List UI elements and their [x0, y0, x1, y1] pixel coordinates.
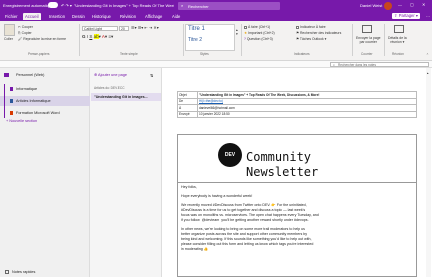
group-tags-label: Indicateurs [294, 52, 310, 56]
table-row: Envoyé 10 janvier 2022 18:50 [177, 110, 417, 118]
share-button[interactable]: ⇪ Partager ▾ [392, 13, 421, 19]
newsletter-title: Community [246, 150, 312, 164]
scroll-up-icon[interactable]: ▴ [427, 71, 430, 75]
paste-button[interactable]: Coller [4, 37, 13, 41]
search-box[interactable]: ⌕ Rechercher [178, 2, 280, 10]
notebook-item-informatique[interactable]: Informatique [0, 84, 90, 94]
meeting-details-button[interactable]: Détails de la réunion ▾ [388, 36, 407, 44]
quick-notes-button[interactable]: Notes rapides [0, 267, 90, 277]
tab-fichier[interactable]: Fichier [3, 13, 20, 20]
paragraph-2: In other news, we're looking to bring on… [181, 227, 415, 252]
section-color-tag [10, 111, 13, 115]
pages-header: Articles du: DEV.ECC [94, 86, 125, 90]
styles-scroll-icon[interactable]: ▴ ▾ [236, 28, 238, 36]
group-styles-label: Styles [200, 52, 209, 56]
meeting-details-icon[interactable] [394, 25, 404, 33]
email-page-button[interactable]: Envoyer la page par courrier [356, 36, 381, 44]
hope-line: Hope everybody is having a wonderful wee… [181, 194, 253, 198]
add-page-button[interactable]: ⊕ Ajouter une page [94, 72, 138, 79]
email-header-table: Objet "Understanding Git in Images" + Top… [177, 91, 417, 118]
ribbon-divider [79, 24, 80, 56]
tab-historique[interactable]: Historique [90, 13, 113, 20]
search-notes-input[interactable]: ⌕ Rechercher dans les notes [330, 62, 429, 67]
style-title1[interactable]: Titre 1 [188, 26, 205, 32]
group-meeting-label: Réunion [392, 52, 404, 56]
document-title: "Understanding Git in Images" + Top Read… [74, 3, 174, 8]
title-bar: Enregistrement automatique ↶ ↷ ▾ "Unders… [0, 0, 432, 12]
todo-tag-button[interactable]: Indicateur À faire [296, 25, 326, 29]
paste-icon[interactable] [4, 24, 15, 36]
tag-important[interactable]: ★ Important (Ctrl+2) [244, 31, 275, 35]
ribbon-divider [241, 24, 242, 56]
newsletter-body: Hey folks, Hope everybody is having a wo… [181, 185, 415, 252]
search-icon: ⌕ [181, 3, 184, 8]
tag-question[interactable]: ? Question (Ctrl+3) [244, 37, 273, 41]
section-item-articles[interactable]: Articles Informatique [0, 96, 90, 106]
tab-insertion[interactable]: Insertion [47, 13, 67, 20]
copy-button[interactable]: ⎘ Copier [18, 31, 32, 35]
group-clipboard-label: Presse-papiers [28, 52, 50, 56]
greeting: Hey folks, [181, 185, 197, 189]
group-basic-text-label: Texte simple [120, 52, 138, 56]
search-placeholder: Rechercher [188, 3, 209, 9]
collapse-ribbon-icon[interactable]: ⌃ [426, 53, 429, 57]
scrollbar[interactable] [426, 68, 431, 277]
maximize-icon[interactable]: ▢ [410, 2, 414, 7]
avatar[interactable] [384, 2, 392, 10]
autosave-toggle[interactable] [48, 2, 58, 8]
user-name[interactable]: Daniel Weist [360, 3, 382, 8]
ribbon-divider [384, 24, 385, 56]
minimize-icon[interactable]: — [398, 2, 402, 7]
ribbon-divider [183, 24, 184, 56]
paragraph-line: if you follow @devteam you'll be getting… [181, 218, 309, 222]
quick-notes-icon [5, 270, 9, 274]
notebook-icon [4, 73, 9, 77]
newsletter-subtitle: Newsletter [246, 165, 319, 179]
notebook-color-tag [10, 87, 13, 91]
tab-affichage[interactable]: Affichage [143, 13, 164, 20]
autosave-label: Enregistrement automatique [3, 3, 54, 8]
divider [177, 182, 417, 183]
close-icon[interactable]: ✕ [422, 2, 425, 7]
header-value: 10 janvier 2022 18:50 [197, 110, 417, 118]
sort-pages-icon[interactable]: ⇅ [150, 73, 153, 78]
style-title2[interactable]: Titre 2 [188, 37, 202, 43]
notebook-selector[interactable]: Personnel (Web) [0, 70, 90, 80]
tab-aide[interactable]: Aide [170, 13, 182, 20]
page-item[interactable]: "Understanding Git in Images... [91, 93, 161, 101]
list-buttons[interactable]: ☰▾ ☰▾ ⇤ ⇥ ✕▾ [131, 26, 159, 30]
notebook-scroll-indicator [4, 84, 5, 118]
paragraph-1: We recently moved #DevDiscuss from Twitt… [181, 203, 415, 223]
outlook-tasks-button[interactable]: ⚑ Tâches Outlook ▾ [296, 37, 326, 41]
search-icon: ⌕ [333, 63, 335, 67]
group-email-label: Courrier [361, 52, 373, 56]
font-size-dropdown[interactable]: 20 [119, 26, 129, 31]
email-page-icon[interactable] [362, 25, 372, 33]
add-section-button[interactable]: + Nouvelle section [0, 116, 90, 126]
section-color-tag [10, 99, 13, 103]
format-painter-button[interactable]: 🖌 Reproduire la mise en forme [18, 37, 66, 41]
font-dropdown[interactable]: Calibri Light [82, 26, 118, 31]
tab-accueil[interactable]: Accueil [23, 13, 41, 20]
cut-button[interactable]: ✂ Couper [18, 25, 33, 29]
more-options-icon[interactable]: ⋯ [424, 13, 432, 20]
tab-revision[interactable]: Révision [118, 13, 138, 20]
paragraph-line: in moderating 👍 [181, 247, 209, 251]
tab-dessin[interactable]: Dessin [70, 13, 87, 20]
quick-access-icon[interactable]: ↶ ↷ ▾ [61, 3, 72, 8]
search-notes-placeholder: Rechercher dans les notes [338, 63, 376, 67]
format-buttons[interactable]: G I S ab▾ A▾ ≡▾ [82, 34, 113, 39]
find-tags-button[interactable]: ⚑ Rechercher des indicateurs [296, 31, 341, 35]
header-label: Envoyé [177, 110, 198, 118]
ribbon-divider [352, 24, 353, 56]
tag-todo[interactable]: À faire (Ctrl+1) [244, 25, 270, 29]
ribbon-tabs: Fichier Accueil Insertion Dessin Histori… [0, 12, 432, 21]
dev-logo: DEV [218, 143, 242, 167]
